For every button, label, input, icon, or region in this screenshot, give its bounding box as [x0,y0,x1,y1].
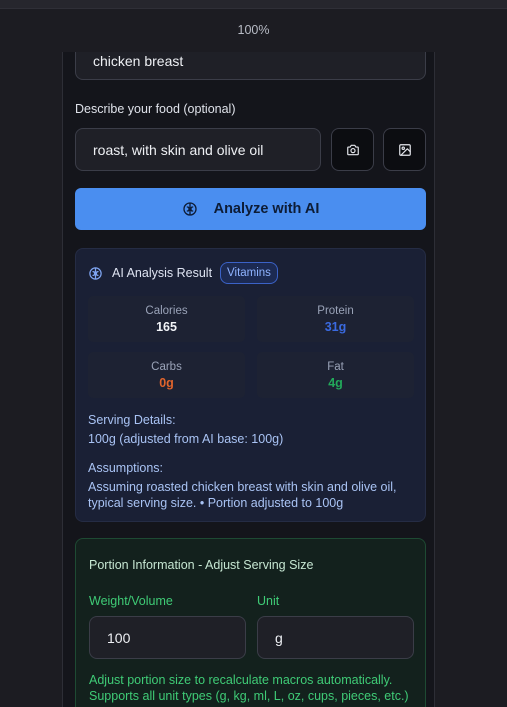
fat-value: 4g [328,376,343,390]
calories-value: 165 [156,320,177,334]
brain-icon [182,201,198,217]
carbs-stat: Carbs 0g [88,352,245,398]
image-icon [398,143,411,156]
calories-label: Calories [145,305,188,317]
device-frame: chicken breast Describe your food (optio… [62,52,435,707]
upload-image-button[interactable] [383,128,426,171]
top-toolbar-strip [0,0,507,9]
weight-volume-label: Weight/Volume [89,594,173,608]
ai-analysis-result-card: AI Analysis Result Vitamins Calories 165… [75,248,426,522]
analyze-button-label: Analyze with AI [213,201,320,217]
result-title: AI Analysis Result [112,266,213,280]
carbs-label: Carbs [151,361,182,373]
zoom-level: 100% [237,23,270,37]
assumptions-title: Assumptions: [88,461,164,475]
camera-button[interactable] [331,128,374,171]
food-name-input[interactable]: chicken breast [75,52,426,80]
analyze-with-ai-button[interactable]: Analyze with AI [75,188,426,230]
assumptions-text: Assuming roasted chicken breast with ski… [88,480,397,510]
camera-icon [346,144,359,155]
portion-help-text: Adjust portion size to recalculate macro… [89,673,409,703]
protein-stat: Protein 31g [257,296,414,342]
protein-value: 31g [324,320,347,334]
calories-stat: Calories 165 [88,296,245,342]
serving-details-title: Serving Details: [88,413,176,427]
describe-food-label: Describe your food (optional) [75,102,236,116]
portion-information-card: Portion Information - Adjust Serving Siz… [75,538,426,707]
serving-details-text: 100g (adjusted from AI base: 100g) [88,432,284,446]
result-header: AI Analysis Result Vitamins [88,262,278,284]
portion-title: Portion Information - Adjust Serving Siz… [89,558,314,572]
weight-volume-input[interactable]: 100 [89,616,246,659]
protein-label: Protein [317,305,354,317]
describe-food-input[interactable]: roast, with skin and olive oil [75,128,321,171]
brain-icon [89,266,102,280]
carbs-value: 0g [159,376,174,390]
fat-stat: Fat 4g [257,352,414,398]
vitamins-badge[interactable]: Vitamins [220,262,278,284]
fat-label: Fat [327,361,344,373]
unit-select[interactable]: g [257,616,414,659]
unit-label: Unit [257,594,280,608]
